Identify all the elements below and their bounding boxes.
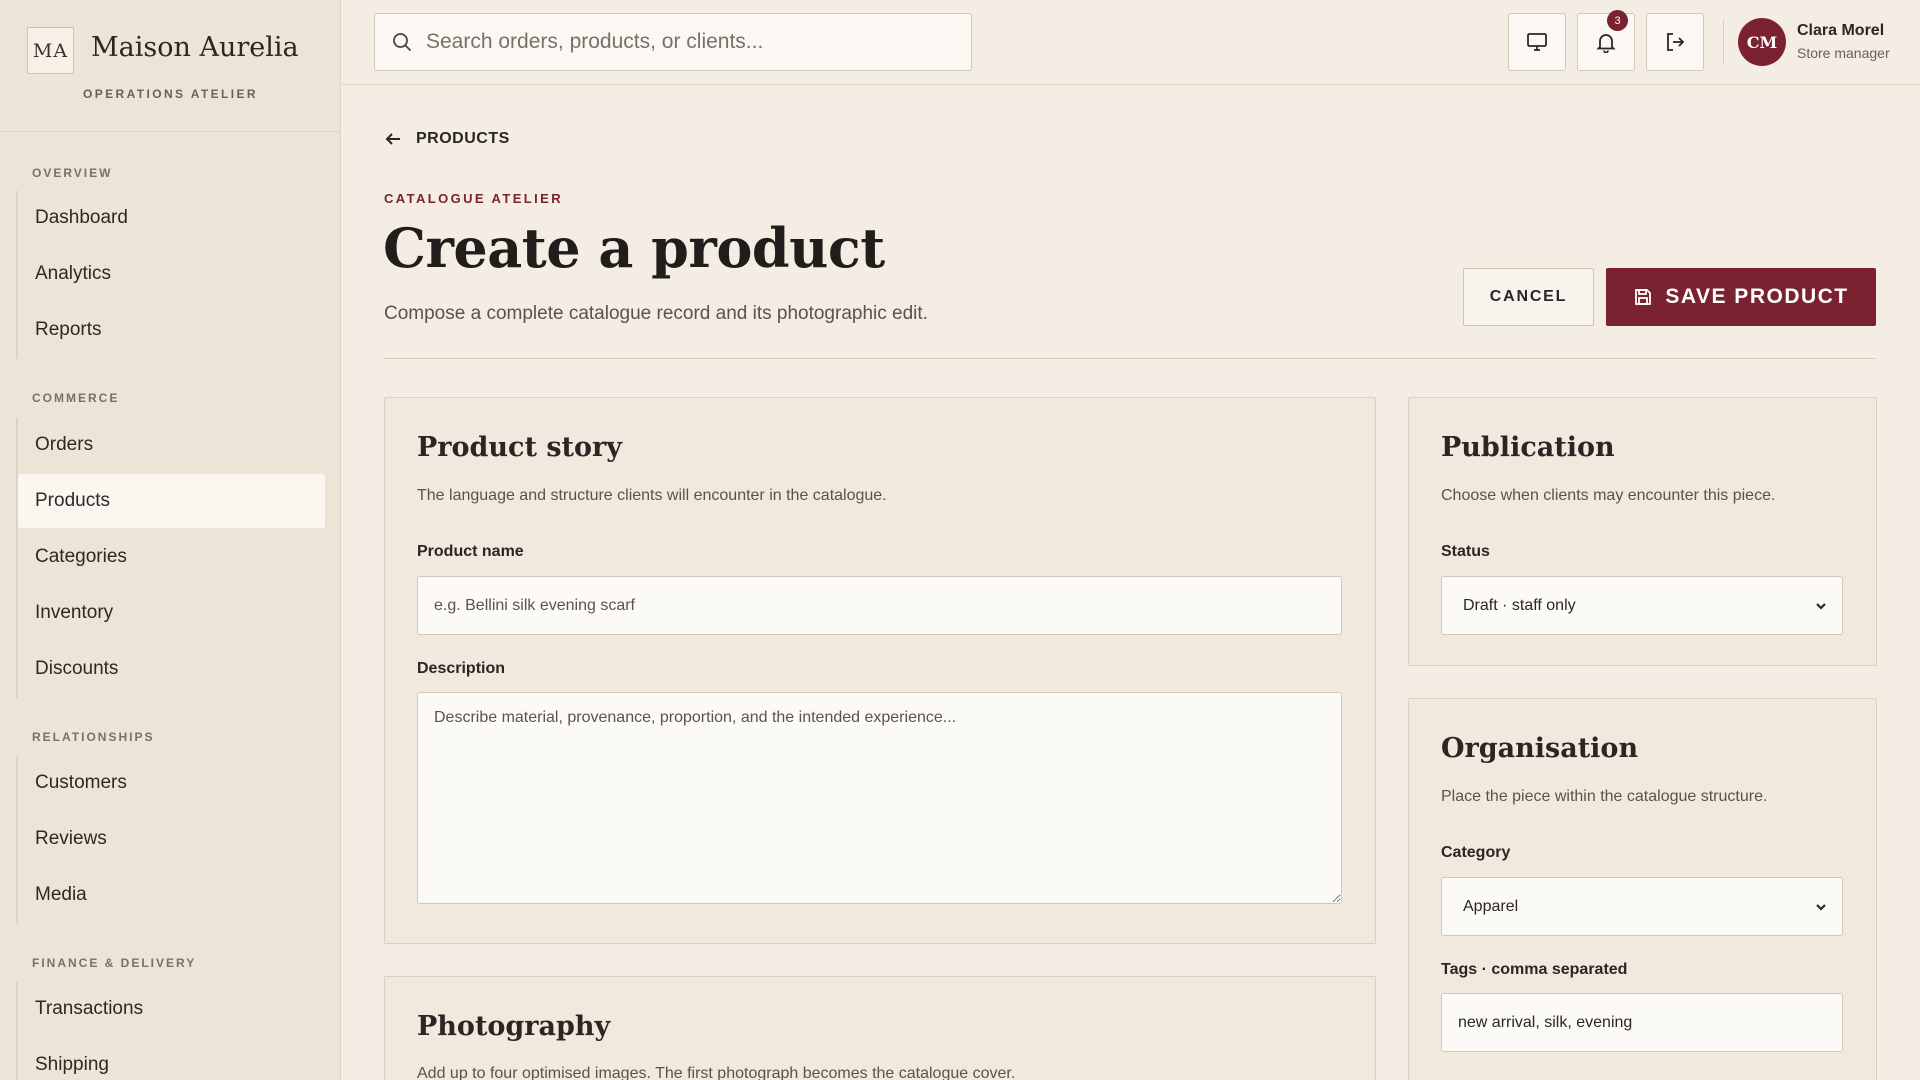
tags-input[interactable] [1441, 993, 1843, 1052]
bell-icon [1596, 34, 1616, 53]
organisation-title: Organisation [1441, 733, 1639, 764]
description-textarea[interactable] [417, 692, 1342, 904]
tags-label: Tags · comma separated [1441, 961, 1628, 978]
search-bar[interactable] [374, 13, 972, 71]
brand-name: Maison Aurelia [91, 32, 299, 63]
sidebar: MA Maison Aurelia OPERATIONS ATELIER OVE… [0, 0, 341, 1080]
topbar-divider [1723, 20, 1724, 64]
back-link[interactable]: PRODUCTS [384, 130, 510, 148]
nav-section-relationships: RELATIONSHIPS [32, 730, 155, 744]
nav-section-finance: FINANCE & DELIVERY [32, 956, 197, 970]
brand: MA Maison Aurelia OPERATIONS ATELIER [0, 0, 340, 132]
sidebar-item-dashboard[interactable]: Dashboard [18, 191, 325, 245]
sidebar-item-media[interactable]: Media [18, 868, 325, 922]
notifications-button[interactable]: 3 [1577, 10, 1635, 71]
organisation-description: Place the piece within the catalogue str… [1441, 788, 1768, 805]
status-select[interactable]: Draft · staff only [1441, 576, 1843, 635]
nav-section-overview: OVERVIEW [32, 166, 113, 180]
avatar[interactable]: CM [1738, 18, 1786, 66]
product-story-title: Product story [417, 432, 622, 463]
status-value: Draft · staff only [1463, 596, 1576, 614]
brand-subtitle: OPERATIONS ATELIER [83, 87, 258, 101]
save-product-button[interactable]: SAVE PRODUCT [1606, 268, 1876, 326]
sidebar-item-shipping[interactable]: Shipping [18, 1038, 325, 1080]
arrow-left-icon [385, 133, 400, 145]
organisation-card: Organisation Place the piece within the … [1408, 698, 1877, 1080]
sidebar-item-categories[interactable]: Categories [18, 530, 325, 584]
display-button[interactable] [1508, 13, 1566, 71]
product-story-card: Product story The language and structure… [384, 397, 1376, 944]
nav-group-finance: Transactions Shipping [16, 982, 325, 1080]
search-input[interactable] [426, 30, 946, 54]
photography-card: Photography Add up to four optimised ima… [384, 976, 1376, 1080]
nav-section-commerce: COMMERCE [32, 391, 120, 405]
cancel-button[interactable]: CANCEL [1463, 268, 1594, 326]
logout-icon [1667, 33, 1685, 51]
publication-card: Publication Choose when clients may enco… [1408, 397, 1877, 666]
sidebar-item-reviews[interactable]: Reviews [18, 812, 325, 866]
page-eyebrow: CATALOGUE ATELIER [384, 191, 563, 206]
user-role: Store manager [1797, 45, 1890, 61]
brand-logo: MA [27, 27, 74, 74]
sidebar-item-transactions[interactable]: Transactions [18, 982, 325, 1036]
photography-description: Add up to four optimised images. The fir… [417, 1065, 1016, 1080]
header-divider [384, 358, 1876, 359]
product-name-label: Product name [417, 543, 524, 560]
sidebar-item-inventory[interactable]: Inventory [18, 586, 325, 640]
status-label: Status [1441, 543, 1490, 560]
nav-group-commerce: Orders Products Categories Inventory Dis… [16, 418, 325, 698]
category-value: Apparel [1463, 897, 1519, 915]
sidebar-item-products[interactable]: Products [18, 474, 325, 528]
sidebar-item-reports[interactable]: Reports [18, 303, 325, 357]
chevron-down-icon [1816, 602, 1826, 610]
sidebar-item-orders[interactable]: Orders [18, 418, 325, 472]
notification-badge: 3 [1607, 10, 1628, 31]
save-button-label: SAVE PRODUCT [1665, 285, 1849, 308]
back-link-label: PRODUCTS [416, 130, 510, 147]
category-select[interactable]: Apparel [1441, 877, 1843, 936]
logout-button[interactable] [1646, 13, 1704, 71]
sidebar-item-discounts[interactable]: Discounts [18, 642, 325, 696]
save-icon [1635, 289, 1652, 305]
user-name: Clara Morel [1797, 22, 1885, 39]
publication-title: Publication [1441, 432, 1615, 463]
monitor-icon [1527, 33, 1547, 51]
photography-title: Photography [417, 1011, 611, 1042]
page-subtitle: Compose a complete catalogue record and … [384, 303, 928, 324]
page-title: Create a product [383, 216, 885, 280]
category-label: Category [1441, 844, 1511, 861]
nav-group-relationships: Customers Reviews Media [16, 756, 325, 924]
product-name-input[interactable] [417, 576, 1342, 635]
search-icon [393, 33, 412, 52]
topbar: 3 CM Clara Morel Store manager [342, 0, 1920, 85]
chevron-down-icon [1816, 903, 1826, 911]
product-story-description: The language and structure clients will … [417, 487, 887, 504]
nav-group-overview: Dashboard Analytics Reports [16, 191, 325, 359]
description-label: Description [417, 660, 506, 677]
publication-description: Choose when clients may encounter this p… [1441, 487, 1776, 504]
sidebar-item-analytics[interactable]: Analytics [18, 247, 325, 301]
sidebar-item-customers[interactable]: Customers [18, 756, 325, 810]
